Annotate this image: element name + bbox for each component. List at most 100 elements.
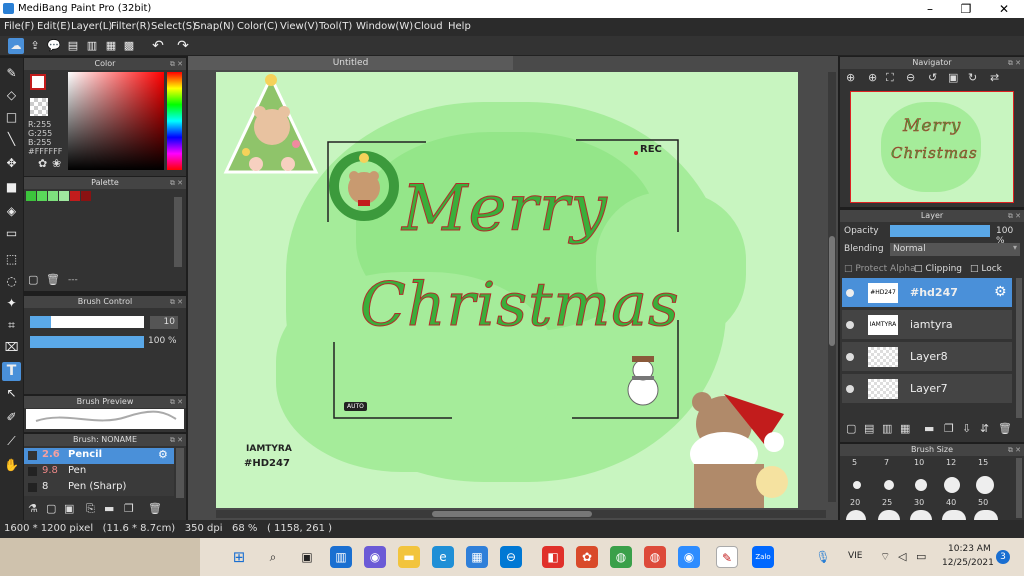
chrome-icon-2[interactable]: ◍ [644,546,666,568]
layer-row-layer8[interactable]: Layer8 [842,342,1012,372]
text-tool-icon[interactable]: T [2,362,21,381]
layer-row-hd247[interactable]: #HD247 #hd247 ⚙ [842,278,1012,308]
brush-size-20[interactable]: 20 [850,498,860,507]
grid-icon[interactable]: ▦ [103,38,119,54]
wifi-icon[interactable]: ⌔ [880,550,890,564]
share-icon[interactable]: ⇪ [27,38,43,54]
chrome-icon[interactable]: ◍ [610,546,632,568]
layer-row-layer7[interactable]: Layer7 [842,374,1012,404]
start-windows-icon[interactable]: ⊞ [228,546,250,568]
chat-icon[interactable]: ◉ [364,546,386,568]
menu-window[interactable]: Window(W) [356,21,413,32]
artwork-canvas[interactable]: REC AUTO Merry Christmas IAMTYRA #HD247 [216,72,798,508]
duplicate-layer-icon[interactable]: ❐ [944,422,954,435]
cloud-icon[interactable]: ☁ [8,38,24,54]
magic-wand-icon[interactable]: ✦ [2,294,21,313]
zoom-fit-icon[interactable]: ⊕ [846,71,855,84]
file-explorer-icon[interactable]: ▬ [398,546,420,568]
operation-tool-icon[interactable]: ↖ [2,384,21,403]
document-tab[interactable]: Untitled [188,56,513,70]
comment-icon[interactable]: 💬 [46,38,62,54]
eraser-tool-icon[interactable]: ◇ [2,86,21,105]
zoom-icon[interactable]: ◉ [678,546,700,568]
menu-snap[interactable]: Snap(N) [194,21,234,32]
hand-tool-icon[interactable]: ✋ [2,456,21,475]
layer-settings-gear-icon[interactable]: ⚙ [994,284,1007,300]
task-view-icon[interactable]: ▣ [296,546,318,568]
widgets-icon[interactable]: ▥ [330,546,352,568]
duplicate-brush-icon[interactable]: ❐ [124,502,134,515]
microphone-icon[interactable]: 🎙 [812,546,834,568]
move-layer-icon[interactable]: ⇵ [980,422,989,435]
menu-color[interactable]: Color(C) [237,21,278,32]
brush-size-12[interactable]: 12 [946,458,956,467]
search-icon[interactable]: ⌕ [262,546,284,568]
rotate-right-icon[interactable]: ↻ [968,71,977,84]
brush-size-5[interactable]: 5 [852,458,857,467]
edge-icon[interactable]: e [432,546,454,568]
brush-size-10[interactable]: 10 [914,458,924,467]
message-icon[interactable]: ▤ [65,38,81,54]
redo-icon[interactable]: ↷ [175,38,191,54]
brush-size-30[interactable]: 30 [914,498,924,507]
copy-brush-icon[interactable]: ⎘ [86,502,95,516]
undo-icon[interactable]: ↶ [150,38,166,54]
color-wheel-icon[interactable]: ✿ [38,157,47,170]
canvas-horizontal-scrollbar[interactable] [216,510,826,518]
maximize-button[interactable]: ❐ [948,0,984,18]
new-palette-icon[interactable]: ▢ [28,273,38,286]
divide-tool-icon[interactable]: ✐ [2,408,21,427]
palette-swatch[interactable] [26,191,36,201]
brush-size-25[interactable]: 25 [882,498,892,507]
menu-edit[interactable]: Edit(E) [37,21,71,32]
close-button[interactable]: ✕ [986,0,1022,18]
layer-folder-icon[interactable]: ▬ [924,422,934,435]
brush-item-pencil[interactable]: 2.6 Pencil ⚙ [24,448,174,464]
palette-swatch[interactable] [59,191,69,201]
blending-select[interactable]: Normal ▾ [890,243,1020,256]
layer-opacity-slider[interactable] [890,225,990,237]
lock-checkbox[interactable]: □ Lock [970,264,1002,274]
new-8bit-layer-icon[interactable]: ▥ [882,422,892,435]
canvas-vertical-scrollbar[interactable] [828,72,836,502]
flip-icon[interactable]: ⇄ [990,71,999,84]
select-eraser-icon[interactable]: ⌧ [2,338,21,357]
gradient-tool-icon[interactable]: ▭ [2,224,21,243]
eyedropper-icon[interactable]: ⟋ [2,432,21,451]
brush-size-slider[interactable] [30,316,144,328]
brush-list-scrollbar[interactable] [176,448,184,498]
battery-icon[interactable]: ▭ [916,550,926,563]
rect-tool-icon[interactable]: □ [2,108,21,127]
menu-filter[interactable]: Filter(R) [111,21,151,32]
menu-layer[interactable]: Layer(L) [71,21,112,32]
brush-item-pen[interactable]: 9.8 Pen [24,464,174,480]
new-halftone-layer-icon[interactable]: ▤ [864,422,874,435]
palette-swatch[interactable] [48,191,58,201]
zoom-in-icon[interactable]: ⊕ [868,71,877,84]
palette-swatch[interactable] [70,191,80,201]
app-icon-1[interactable]: ✿ [576,546,598,568]
zoom-out-icon[interactable]: ⊖ [906,71,915,84]
reset-view-icon[interactable]: ▣ [948,71,958,84]
layer-row-iamtyra[interactable]: IAMTYRA iamtyra [842,310,1012,340]
move-tool-icon[interactable]: ✥ [2,154,21,173]
brush-size-value[interactable]: 10 [150,316,178,329]
brush-size-50[interactable]: 50 [978,498,988,507]
notification-badge[interactable]: 3 [996,550,1010,564]
new-layer-icon[interactable]: ▢ [846,422,856,435]
delete-layer-icon[interactable]: 🗑 [998,422,1012,435]
clock-date[interactable]: 12/25/2021 [942,558,994,568]
palette-swatch[interactable] [37,191,47,201]
medibang-icon[interactable]: ✎ [716,546,738,568]
brush-menu-icon[interactable]: ▣ [64,502,74,515]
menu-cloud[interactable]: Cloud [414,21,443,32]
clipping-checkbox[interactable]: □ Clipping [914,264,962,274]
layer-menu-icon[interactable]: ▦ [900,422,910,435]
brush-tool-icon[interactable]: ✎ [2,64,21,83]
fit-screen-icon[interactable]: ⛶ [886,71,894,85]
select-tool-icon[interactable]: ⬚ [2,250,21,269]
office-icon[interactable]: ◧ [542,546,564,568]
brush-settings-gear-icon[interactable]: ⚙ [158,448,168,461]
protect-alpha-checkbox[interactable]: □ Protect Alpha [844,264,916,274]
menu-help[interactable]: Help [448,21,471,32]
